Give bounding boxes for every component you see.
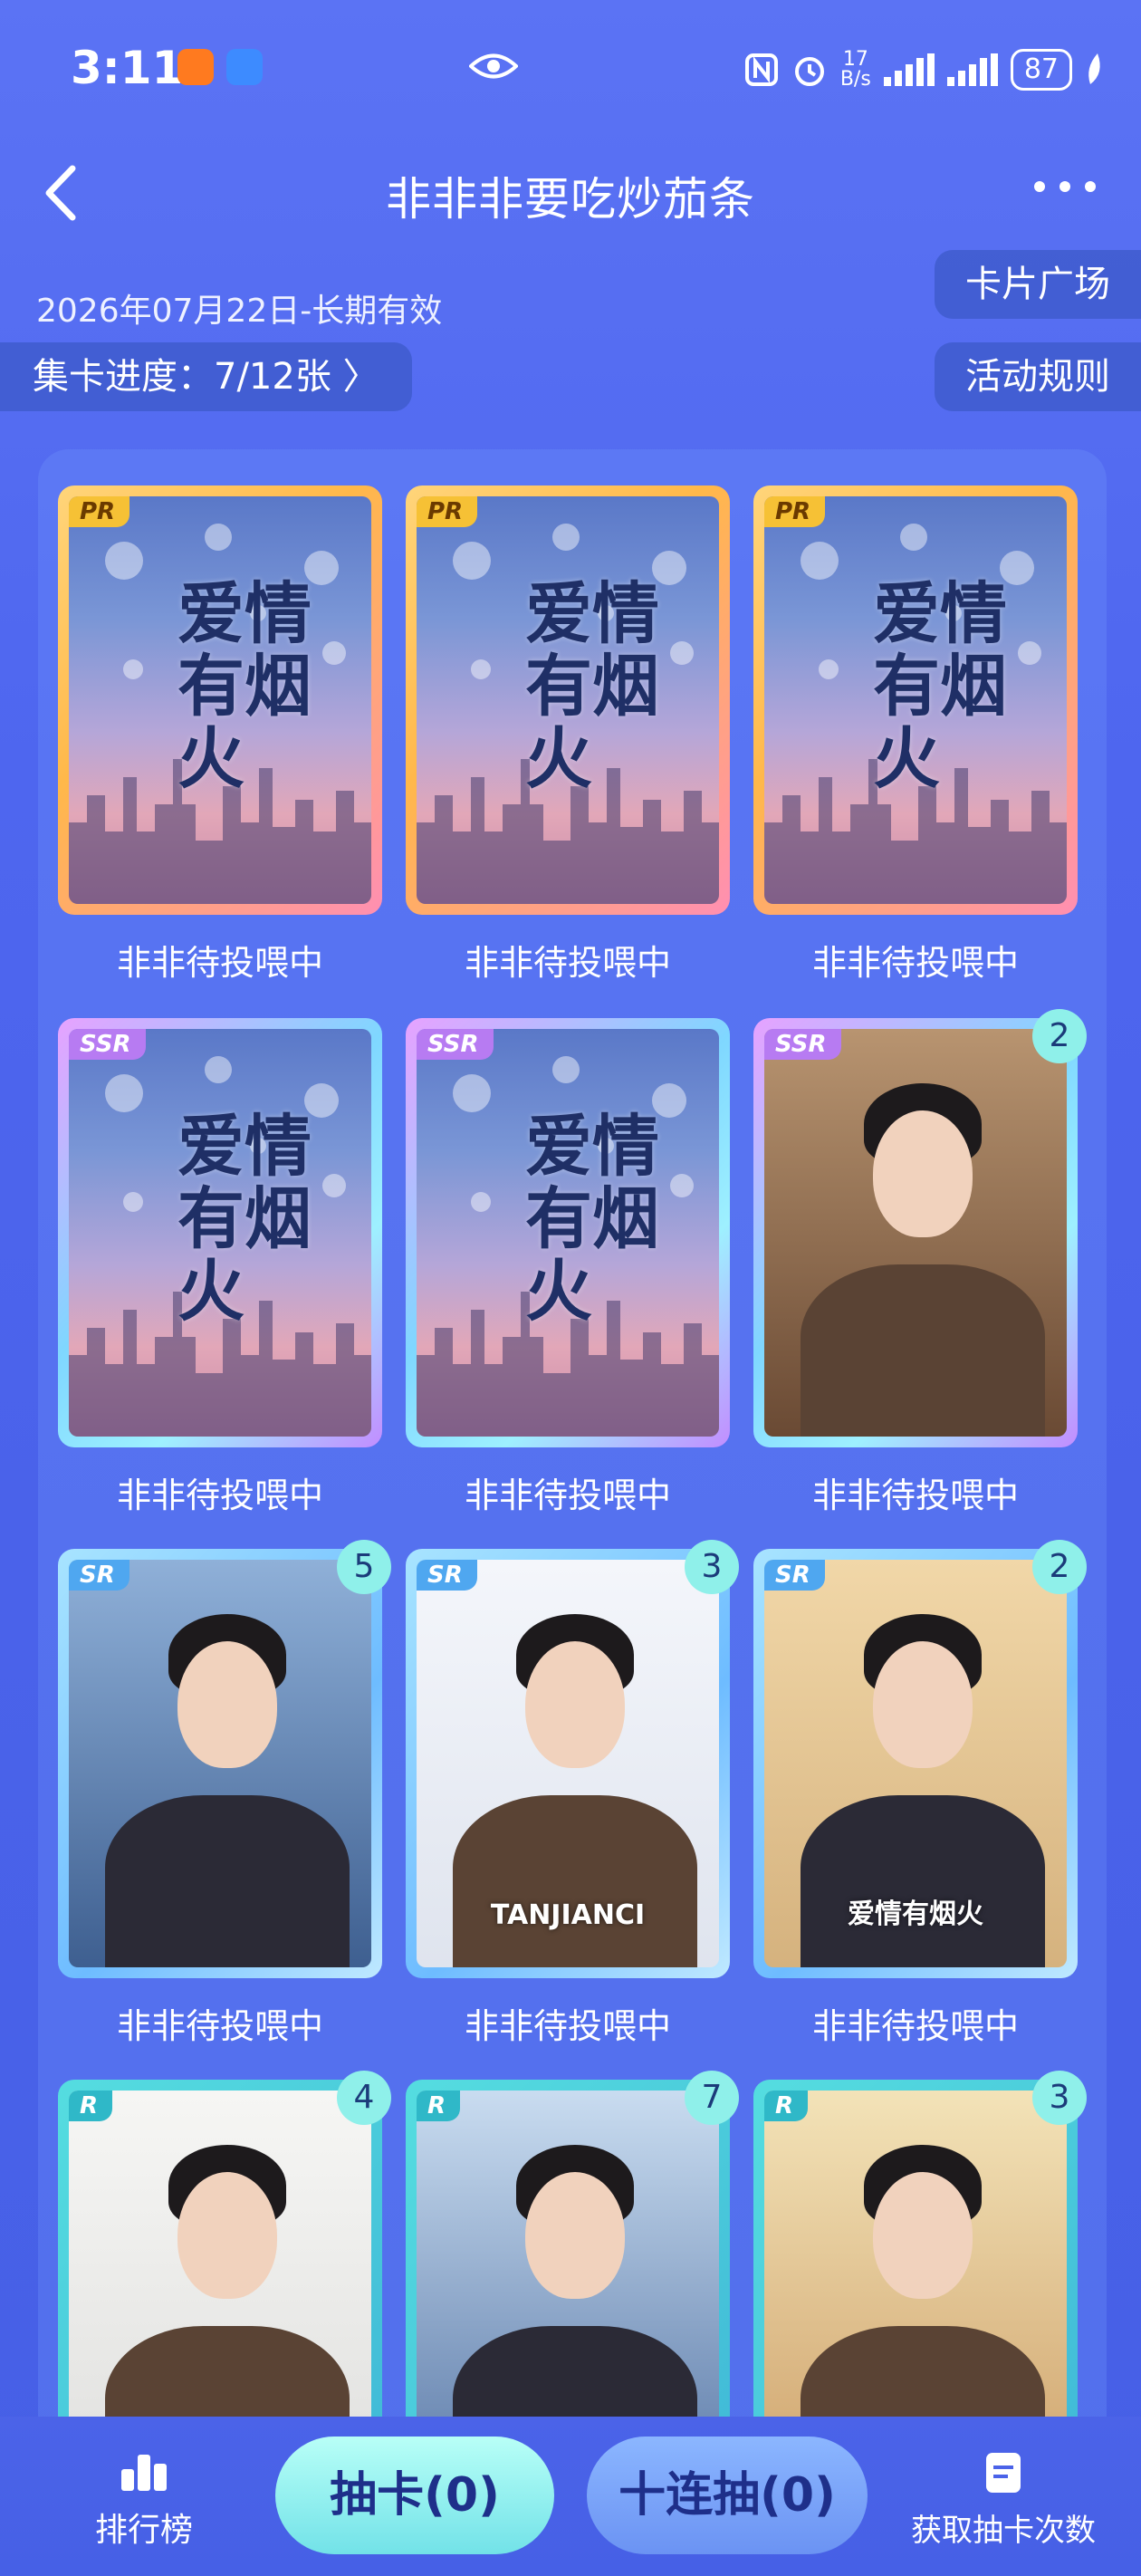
draw-card-button[interactable]: 抽卡(0) bbox=[275, 2437, 554, 2554]
card-item[interactable]: PR 爱情有烟火 bbox=[58, 485, 382, 915]
poster-title: 爱情有烟火 bbox=[525, 575, 659, 798]
card-caption: 非非待投喂中 bbox=[116, 1475, 323, 1515]
signal-icon-2 bbox=[946, 53, 998, 86]
card-caption: 非非待投喂中 bbox=[811, 1475, 1019, 1515]
status-icons: 17 B/s 87 bbox=[744, 47, 1105, 92]
character-card-art: 爱情有烟火 bbox=[764, 1560, 1067, 1967]
face bbox=[873, 2172, 973, 2299]
outfit bbox=[105, 1795, 350, 1967]
note-icon bbox=[986, 2453, 1021, 2493]
ranking-button[interactable]: 排行榜 bbox=[85, 2451, 203, 2551]
card-item[interactable]: SR 5 bbox=[58, 1540, 391, 1978]
poster-title: 爱情有烟火 bbox=[525, 1108, 659, 1331]
card-caption: 非非待投喂中 bbox=[811, 2006, 1019, 2046]
card-count-badge: 7 bbox=[685, 2071, 739, 2125]
outfit bbox=[801, 1264, 1045, 1437]
rarity-badge: R bbox=[417, 2091, 461, 2121]
collection-progress-button[interactable]: 集卡进度：7/12张 〉 bbox=[0, 342, 412, 411]
poster-title: 爱情有烟火 bbox=[177, 575, 312, 798]
locked-card-poster: 爱情有烟火 bbox=[764, 496, 1067, 904]
card-item[interactable]: PR 爱情有烟火 bbox=[406, 485, 730, 915]
card-count-badge: 3 bbox=[1032, 2071, 1087, 2125]
locked-card-poster: 爱情有烟火 bbox=[417, 496, 719, 904]
card-count-badge: 3 bbox=[685, 1540, 739, 1594]
ranking-icon bbox=[121, 2455, 167, 2491]
character-card-art bbox=[69, 1560, 371, 1967]
rarity-badge: PR bbox=[69, 496, 130, 527]
card-art-text: 爱情有烟火 bbox=[848, 1898, 983, 1930]
character-card-art bbox=[764, 1029, 1067, 1437]
outfit bbox=[453, 1795, 697, 1967]
locked-card-poster: 爱情有烟火 bbox=[69, 496, 371, 904]
card-item[interactable]: SSR 爱情有烟火 bbox=[58, 1018, 382, 1447]
rarity-badge: PR bbox=[417, 496, 478, 527]
rarity-badge: R bbox=[764, 2091, 809, 2121]
card-caption: 非非待投喂中 bbox=[464, 2006, 671, 2046]
card-art-text: TANJIANCI bbox=[490, 1899, 646, 1931]
rarity-badge: SR bbox=[69, 1560, 129, 1591]
rarity-badge: SSR bbox=[69, 1029, 146, 1060]
battery-indicator: 87 bbox=[1010, 49, 1072, 91]
card-caption: 非非待投喂中 bbox=[811, 943, 1019, 983]
charging-leaf-icon bbox=[1088, 53, 1100, 84]
card-caption: 非非待投喂中 bbox=[464, 1475, 671, 1515]
locked-card-poster: 爱情有烟火 bbox=[69, 1029, 371, 1437]
poster-title: 爱情有烟火 bbox=[177, 1108, 312, 1331]
signal-icon bbox=[883, 53, 935, 86]
rarity-badge: PR bbox=[764, 496, 826, 527]
eye-icon bbox=[469, 53, 518, 79]
card-count-badge: 5 bbox=[337, 1540, 391, 1594]
get-draws-button[interactable]: 获取抽卡次数 bbox=[895, 2451, 1112, 2550]
rarity-badge: SR bbox=[764, 1560, 825, 1591]
rarity-badge: SR bbox=[417, 1560, 477, 1591]
card-count-badge: 4 bbox=[337, 2071, 391, 2125]
card-item[interactable]: SSR 爱情有烟火 bbox=[406, 1018, 730, 1447]
card-item[interactable]: PR 爱情有烟火 bbox=[753, 485, 1078, 915]
card-plaza-button[interactable]: 卡片广场 bbox=[935, 250, 1141, 319]
face bbox=[873, 1641, 973, 1768]
face bbox=[873, 1110, 973, 1237]
card-item[interactable]: SR 2 爱情有烟火 bbox=[753, 1540, 1087, 1978]
rarity-badge: SSR bbox=[764, 1029, 841, 1060]
ten-draw-button[interactable]: 十连抽(0) bbox=[587, 2437, 868, 2554]
status-bar: 3:11 17 B/s 87 bbox=[0, 0, 1141, 136]
card-caption: 非非待投喂中 bbox=[116, 943, 323, 983]
card-caption: 非非待投喂中 bbox=[116, 2006, 323, 2046]
validity-date: 2026年07月22日-长期有效 bbox=[36, 293, 443, 330]
card-caption: 非非待投喂中 bbox=[464, 943, 671, 983]
face bbox=[525, 1641, 625, 1768]
more-menu-icon[interactable] bbox=[1034, 181, 1096, 192]
weather-app-icon bbox=[226, 49, 263, 85]
net-speed: 17 B/s bbox=[839, 48, 871, 91]
character-card-art: TANJIANCI bbox=[417, 1560, 719, 1967]
page-title: 非非非要吃炒茄条 bbox=[386, 173, 755, 226]
outfit bbox=[801, 1795, 1045, 1967]
card-item[interactable]: SR 3 TANJIANCI bbox=[406, 1540, 739, 1978]
get-draws-label: 获取抽卡次数 bbox=[911, 2513, 1096, 2549]
taobao-app-icon bbox=[177, 49, 214, 85]
face bbox=[177, 2172, 277, 2299]
face bbox=[177, 1641, 277, 1768]
poster-title: 爱情有烟火 bbox=[873, 575, 1007, 798]
rarity-badge: R bbox=[69, 2091, 113, 2121]
card-count-badge: 2 bbox=[1032, 1009, 1087, 1063]
status-time: 3:11 bbox=[71, 42, 184, 94]
card-item[interactable]: SSR 2 bbox=[753, 1009, 1087, 1447]
nfc-icon bbox=[744, 53, 778, 86]
rules-button[interactable]: 活动规则 bbox=[935, 342, 1141, 411]
rarity-badge: SSR bbox=[417, 1029, 494, 1060]
card-count-badge: 2 bbox=[1032, 1540, 1087, 1594]
ranking-label: 排行榜 bbox=[94, 2512, 193, 2549]
face bbox=[525, 2172, 625, 2299]
locked-card-poster: 爱情有烟火 bbox=[417, 1029, 719, 1437]
alarm-icon bbox=[794, 57, 824, 86]
